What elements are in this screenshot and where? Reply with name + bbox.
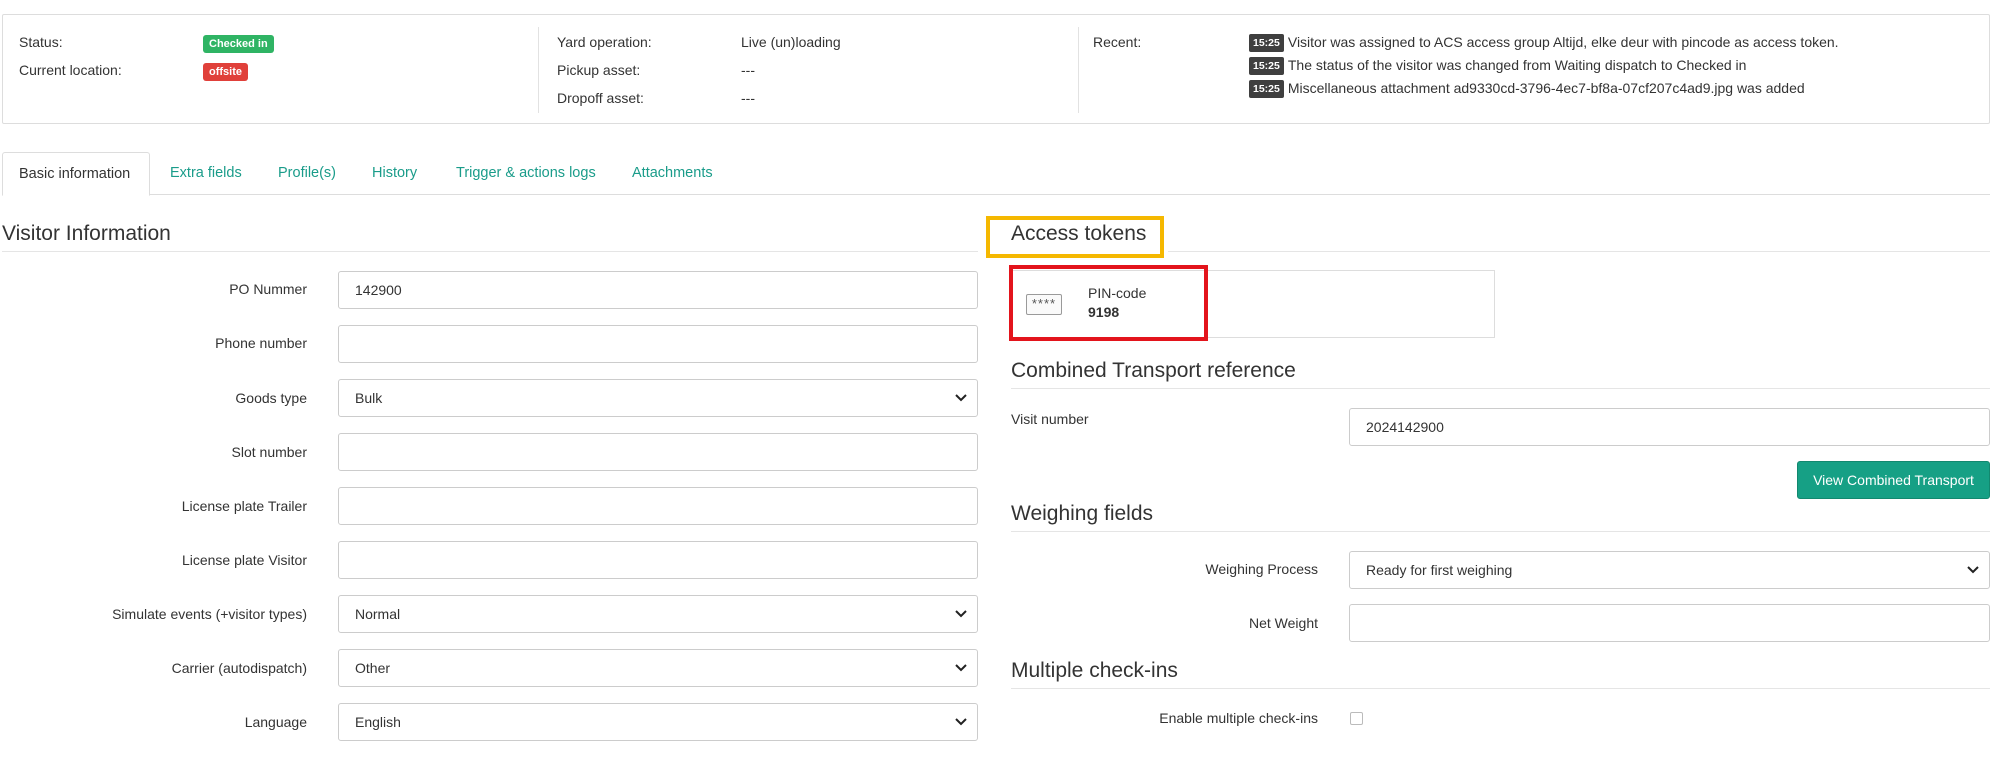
- recent-label: Recent:: [1093, 34, 1142, 50]
- section-divider: [2, 251, 978, 252]
- carrier-select[interactable]: Other: [338, 649, 978, 687]
- checked-in-badge: Checked in: [203, 35, 274, 53]
- multiple-checkins-title: Multiple check-ins: [1011, 659, 1178, 682]
- license-plate-visitor-input[interactable]: [338, 541, 978, 579]
- net-weight-input[interactable]: [1349, 604, 1990, 642]
- yard-operation-label: Yard operation:: [557, 34, 652, 50]
- recent-item: 15:25 Miscellaneous attachment ad9330cd-3…: [1249, 79, 1805, 98]
- phone-number-label: Phone number: [215, 335, 307, 351]
- license-plate-visitor-label: License plate Visitor: [181, 552, 307, 568]
- license-plate-trailer-input[interactable]: [338, 487, 978, 525]
- yard-column: Yard operation: Live (un)loading Pickup …: [538, 27, 1078, 113]
- goods-type-label: Goods type: [235, 390, 307, 406]
- recent-item: 15:25 Visitor was assigned to ACS access …: [1249, 33, 1839, 52]
- status-panel: Status: Checked in Current location: off…: [2, 14, 1990, 124]
- chevron-down-icon: [955, 664, 967, 672]
- enable-multiple-checkins-label: Enable multiple check-ins: [1159, 710, 1318, 726]
- language-label: Language: [244, 714, 307, 730]
- tab-profiles[interactable]: Profile(s): [262, 152, 352, 195]
- recent-text: The status of the visitor was changed fr…: [1287, 57, 1747, 73]
- slot-number-input[interactable]: [338, 433, 978, 471]
- section-divider: [1011, 531, 1990, 532]
- location-badge: offsite: [203, 61, 248, 81]
- section-divider: [1011, 688, 1990, 689]
- recent-text: Visitor was assigned to ACS access group…: [1287, 34, 1839, 50]
- visit-number-label: Visit number: [1011, 411, 1089, 427]
- license-plate-trailer-label: License plate Trailer: [181, 498, 307, 514]
- pickup-asset-value: ---: [741, 62, 755, 78]
- chevron-down-icon: [955, 610, 967, 618]
- slot-number-label: Slot number: [231, 444, 307, 460]
- phone-number-input[interactable]: [338, 325, 978, 363]
- weighing-process-value: Ready for first weighing: [1366, 562, 1513, 578]
- recent-item: 15:25 The status of the visitor was chang…: [1249, 56, 1746, 75]
- tab-bar: Basic information Extra fields Profile(s…: [2, 152, 1990, 196]
- status-label: Status:: [19, 34, 63, 50]
- tab-history[interactable]: History: [356, 152, 433, 195]
- pickup-asset-label: Pickup asset:: [557, 62, 641, 78]
- visitor-information-title: Visitor Information: [2, 222, 171, 245]
- location-label: Current location:: [19, 62, 122, 78]
- section-divider: [1168, 251, 1990, 252]
- view-combined-transport-button[interactable]: View Combined Transport: [1797, 461, 1990, 499]
- section-divider: [1011, 388, 1990, 389]
- po-number-label: PO Nummer: [229, 281, 307, 297]
- tab-trigger-actions-logs[interactable]: Trigger & actions logs: [440, 152, 612, 195]
- language-value: English: [355, 714, 401, 730]
- weighing-process-label: Weighing Process: [1205, 561, 1318, 577]
- recent-text: Miscellaneous attachment ad9330cd-3796-4…: [1287, 80, 1805, 96]
- dropoff-asset-label: Dropoff asset:: [557, 90, 644, 106]
- simulate-events-value: Normal: [355, 606, 401, 622]
- offsite-badge: offsite: [203, 63, 248, 81]
- simulate-events-label: Simulate events (+visitor types): [112, 606, 307, 622]
- language-select[interactable]: English: [338, 703, 978, 741]
- chevron-down-icon: [1967, 566, 1979, 574]
- tab-extra-fields[interactable]: Extra fields: [154, 152, 258, 195]
- highlight-box-yellow: [986, 216, 1164, 258]
- recent-column: Recent: 15:25 Visitor was assigned to ACS…: [1078, 27, 1991, 113]
- enable-multiple-checkins-checkbox[interactable]: [1350, 712, 1363, 725]
- combined-transport-title: Combined Transport reference: [1011, 359, 1296, 382]
- tab-basic-information[interactable]: Basic information: [2, 152, 150, 196]
- tab-attachments[interactable]: Attachments: [616, 152, 729, 195]
- simulate-events-select[interactable]: Normal: [338, 595, 978, 633]
- visit-number-input[interactable]: [1349, 408, 1990, 446]
- net-weight-label: Net Weight: [1249, 615, 1318, 631]
- highlight-box-red: [1009, 265, 1208, 341]
- recent-time-badge: 15:25: [1249, 57, 1284, 75]
- goods-type-select[interactable]: Bulk: [338, 379, 978, 417]
- yard-operation-value: Live (un)loading: [741, 34, 841, 50]
- carrier-value: Other: [355, 660, 391, 676]
- po-number-input[interactable]: [338, 271, 978, 309]
- goods-type-value: Bulk: [355, 390, 383, 406]
- dropoff-asset-value: ---: [741, 90, 755, 106]
- status-badge: Checked in: [203, 33, 274, 53]
- weighing-process-select[interactable]: Ready for first weighing: [1349, 551, 1990, 589]
- weighing-fields-title: Weighing fields: [1011, 502, 1154, 525]
- carrier-label: Carrier (autodispatch): [171, 660, 307, 676]
- chevron-down-icon: [955, 394, 967, 402]
- recent-time-badge: 15:25: [1249, 80, 1284, 98]
- recent-time-badge: 15:25: [1249, 34, 1284, 52]
- chevron-down-icon: [955, 718, 967, 726]
